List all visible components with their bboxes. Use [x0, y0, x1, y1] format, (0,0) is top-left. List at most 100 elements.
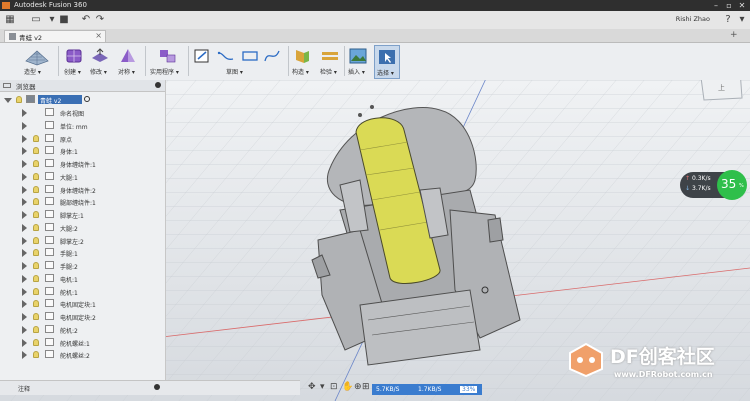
browser-tree-item[interactable]: 大腿:2: [0, 222, 165, 235]
browser-tree-item[interactable]: 大腿:1: [0, 171, 165, 184]
expand-arrow-icon[interactable]: [22, 300, 27, 309]
visibility-bulb-icon[interactable]: [33, 338, 39, 346]
zoom-icon[interactable]: ⊕: [354, 382, 362, 392]
visibility-bulb-icon[interactable]: [33, 313, 39, 320]
browser-tree-item[interactable]: 舵机:2: [0, 324, 165, 337]
visibility-bulb-icon[interactable]: [33, 160, 39, 167]
expand-arrow-icon[interactable]: [22, 134, 27, 143]
browser-tree-item[interactable]: 电机固定块:1: [0, 298, 165, 311]
expand-arrow-icon[interactable]: [22, 249, 27, 258]
browser-tree-item[interactable]: 舵机螺丝:1: [0, 337, 165, 350]
browser-tree-item[interactable]: 原点: [0, 133, 165, 146]
visibility-bulb-icon[interactable]: [33, 300, 39, 308]
expand-arrow-icon[interactable]: [22, 325, 27, 334]
expand-arrow-icon[interactable]: [22, 236, 27, 245]
browser-collapse-icon[interactable]: [3, 83, 11, 88]
browser-tree-item[interactable]: 身体缠绕件:1: [0, 158, 165, 171]
expand-arrow-icon[interactable]: [22, 121, 27, 130]
inspect-menu[interactable]: 检验 ▾: [318, 45, 342, 79]
expand-arrow-icon[interactable]: [22, 287, 27, 296]
expand-arrow-icon[interactable]: [22, 160, 27, 168]
orbit-dropdown-icon[interactable]: ▾: [320, 382, 325, 392]
create-menu[interactable]: 创建 ▾: [62, 45, 86, 79]
browser-tree-item[interactable]: 身体:1: [0, 145, 165, 158]
visibility-bulb-icon[interactable]: [33, 211, 39, 218]
visibility-bulb-icon[interactable]: [33, 223, 39, 231]
pin-icon[interactable]: [155, 82, 161, 88]
browser-tree-item[interactable]: 手腿:1: [0, 247, 165, 260]
visibility-bulb-icon[interactable]: [33, 236, 39, 244]
pan-icon[interactable]: ✋: [342, 382, 353, 392]
comments-panel[interactable]: 注释: [0, 380, 300, 395]
select-menu[interactable]: 选择 ▾: [374, 45, 400, 79]
activate-radio-icon[interactable]: [84, 96, 90, 102]
expand-arrow-icon[interactable]: [22, 172, 27, 181]
expand-arrow-icon[interactable]: [22, 185, 27, 194]
expand-arrow-icon[interactable]: [22, 211, 27, 219]
visibility-bulb-icon[interactable]: [33, 262, 39, 269]
browser-tree-item[interactable]: 命名视图: [0, 107, 165, 120]
expand-arrow-icon[interactable]: [22, 262, 27, 270]
browser-tree-item[interactable]: 舵机螺丝:2: [0, 349, 165, 362]
user-name[interactable]: Rishi Zhao: [676, 15, 710, 23]
browser-tree-item[interactable]: 单位: mm: [0, 120, 165, 133]
expand-arrow-icon[interactable]: [22, 338, 27, 347]
visibility-bulb-icon[interactable]: [33, 134, 39, 142]
tab-close-icon[interactable]: ×: [95, 31, 102, 40]
visibility-bulb-icon[interactable]: [33, 287, 39, 295]
browser-tree-item[interactable]: 手腿:2: [0, 260, 165, 273]
document-tab[interactable]: 青蛙 v2 ×: [4, 30, 106, 42]
expand-arrow-icon[interactable]: [22, 223, 27, 232]
new-tab-icon[interactable]: +: [730, 30, 738, 40]
close-icon[interactable]: ✕: [736, 0, 748, 11]
browser-tree-item[interactable]: 舵机:1: [0, 286, 165, 299]
visibility-bulb-icon[interactable]: [33, 249, 39, 257]
save-icon[interactable]: ■: [58, 14, 70, 26]
browser-tree-item[interactable]: 电机固定块:2: [0, 311, 165, 324]
expand-arrow-icon[interactable]: [22, 351, 27, 360]
expand-arrow-icon[interactable]: [22, 313, 27, 321]
help-icon[interactable]: ?: [722, 14, 734, 26]
utilities-menu[interactable]: 实用程序 ▾: [150, 45, 186, 79]
browser-tree-item[interactable]: 腿部缠绕件:1: [0, 196, 165, 209]
visibility-bulb-icon[interactable]: [33, 147, 39, 155]
browser-tree-item[interactable]: 身体缠绕件:2: [0, 184, 165, 197]
minimize-icon[interactable]: –: [710, 0, 722, 11]
fit-icon[interactable]: ⊞: [362, 382, 370, 392]
undo-icon[interactable]: ↶: [80, 14, 92, 26]
workspace-switcher[interactable]: 造型 ▾: [16, 45, 56, 79]
spline-tool-icon[interactable]: [262, 47, 282, 65]
browser-tree-item[interactable]: 脚掌左:1: [0, 209, 165, 222]
expand-arrow-icon[interactable]: [22, 147, 27, 156]
construct-menu[interactable]: 构造 ▾: [290, 45, 314, 79]
expand-arrow-icon[interactable]: [22, 198, 27, 207]
insert-menu[interactable]: 插入 ▾: [346, 45, 370, 79]
line-tool-icon[interactable]: [216, 47, 236, 65]
visibility-bulb-icon[interactable]: [33, 325, 39, 333]
visibility-bulb-icon[interactable]: [33, 172, 39, 180]
file-icon[interactable]: ▭: [30, 14, 42, 26]
maximize-icon[interactable]: ▫: [723, 0, 735, 11]
look-at-icon[interactable]: ⊡: [330, 382, 338, 392]
create-sketch-icon[interactable]: [192, 47, 212, 65]
visibility-bulb-icon[interactable]: [33, 274, 39, 282]
visibility-bulb-icon[interactable]: [33, 185, 39, 193]
browser-tree-item[interactable]: 电机:1: [0, 273, 165, 286]
redo-icon[interactable]: ↷: [94, 14, 106, 26]
symmetry-menu[interactable]: 对称 ▾: [116, 45, 140, 79]
orbit-icon[interactable]: ✥: [308, 382, 316, 392]
modify-menu[interactable]: 修改 ▾: [88, 45, 112, 79]
expand-arrow-icon[interactable]: [22, 109, 27, 117]
visibility-bulb-icon[interactable]: [33, 351, 39, 359]
viewcube[interactable]: 上: [700, 80, 743, 101]
browser-root-row[interactable]: 青蛙 v2: [0, 94, 165, 107]
grid-menu-icon[interactable]: ▦: [4, 14, 16, 26]
help-dropdown-icon[interactable]: ▾: [736, 14, 748, 26]
visibility-bulb-icon[interactable]: [33, 198, 39, 206]
rectangle-tool-icon[interactable]: [240, 47, 260, 65]
sketch-label[interactable]: 草图 ▾: [226, 67, 243, 76]
expand-arrow-icon[interactable]: [22, 274, 27, 283]
comments-pin-icon[interactable]: [154, 384, 160, 390]
performance-widget[interactable]: ↑ 0.3K/s ↓ 3.7K/s 35 %: [680, 170, 747, 200]
browser-tree-item[interactable]: 脚掌左:2: [0, 235, 165, 248]
